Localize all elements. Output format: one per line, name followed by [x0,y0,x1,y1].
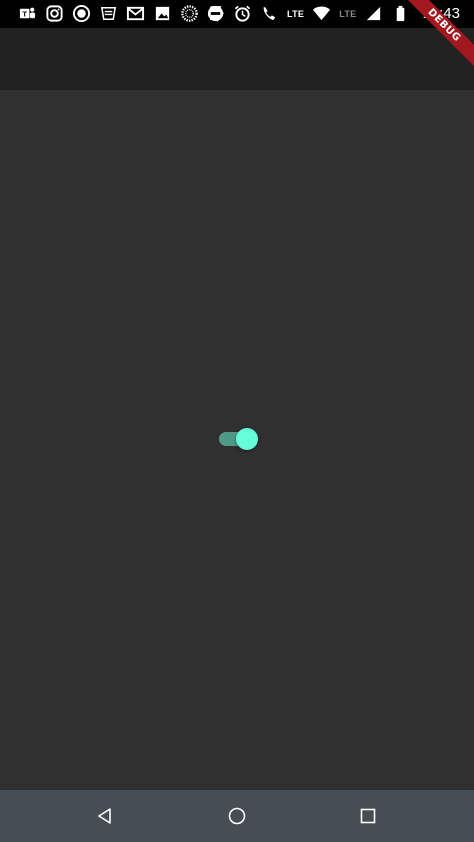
back-icon [94,805,116,827]
status-time: 12:43 [422,5,460,22]
do-not-disturb-icon [206,4,225,23]
dotted-circle-icon [180,4,199,23]
status-left-icons: T [18,4,226,23]
navigation-bar [0,790,474,842]
recents-button[interactable] [355,803,381,829]
toggle-switch[interactable] [218,426,262,452]
wifi-call-icon [260,4,279,23]
lte-label: LTE [286,8,305,19]
back-button[interactable] [92,803,118,829]
wifi-icon [312,4,331,23]
recents-icon [357,805,379,827]
home-button[interactable] [224,803,250,829]
app-bar [0,28,474,90]
switch-thumb [236,428,258,450]
teams-icon: T [18,4,37,23]
circle-app-icon [72,4,91,23]
instagram-icon [45,4,64,23]
app-screen: T LTE LTE 12:43 DEBUG [0,0,474,842]
lte-label-secondary: LTE [339,8,357,19]
svg-text:T: T [22,9,27,18]
status-right-icons: LTE LTE 12:43 [206,4,460,23]
signal-icon [364,4,383,23]
grammarly-icon [99,4,118,23]
image-icon [153,4,172,23]
status-bar: T LTE LTE 12:43 [0,0,474,28]
battery-icon [391,4,410,23]
home-icon [226,805,248,827]
gmail-icon [126,4,145,23]
alarm-icon [233,4,252,23]
